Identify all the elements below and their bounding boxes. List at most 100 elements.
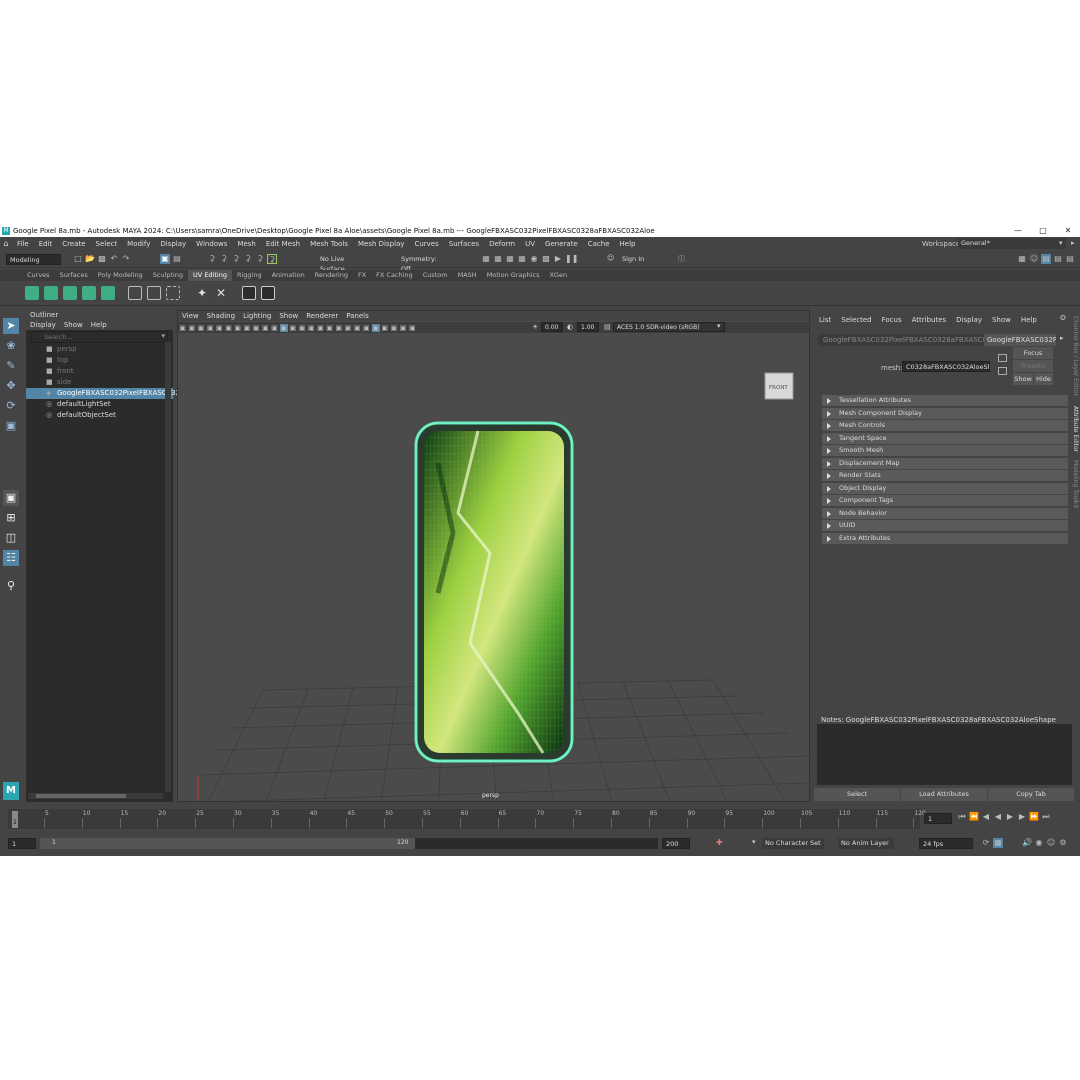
menu-mesh-display[interactable]: Mesh Display [358, 240, 404, 248]
attribute-editor-toggle-icon[interactable]: ▤ [1041, 254, 1051, 264]
side-tab-channel-box[interactable]: Channel Box / Layer Editor [1072, 316, 1079, 396]
section-smooth-mesh[interactable]: Smooth Mesh [822, 445, 1068, 456]
undo-icon[interactable]: ↶ [109, 254, 119, 264]
film-gate-icon[interactable]: ▣ [225, 324, 233, 332]
step-back-frame-icon[interactable]: ◀ [981, 812, 991, 822]
section-tangent-space[interactable]: Tangent Space [822, 432, 1068, 444]
preferences-icon[interactable]: ⚙ [1058, 838, 1068, 848]
depth-of-field-icon[interactable]: ▣ [362, 324, 370, 332]
channel-box-icon[interactable]: ▤ [1065, 254, 1075, 264]
outliner-hscroll[interactable] [28, 793, 163, 799]
section-tessellation-attributes[interactable]: Tessellation Attributes [822, 395, 1068, 406]
shelf-tab-fx-caching[interactable]: FX Caching [371, 270, 418, 281]
menu-deform[interactable]: Deform [489, 240, 515, 248]
snap-surface-icon[interactable]: ⚳ [255, 254, 265, 264]
default-material-icon[interactable]: ▣ [298, 324, 306, 332]
key-icon[interactable]: ◉ [1034, 838, 1044, 848]
timeline-track[interactable]: 5 10 15 20 25 30 35 40 45 50 55 60 65 70 75 80 85 90 95 100… [8, 809, 926, 829]
symmetry-dropdown[interactable]: Symmetry: Off [398, 254, 450, 273]
outliner-item[interactable]: ■ persp [26, 344, 173, 355]
section-mesh-controls[interactable]: Mesh Controls [822, 420, 1068, 431]
select-by-object-icon[interactable]: ▤ [172, 254, 182, 264]
loop-icon[interactable]: ⟳ [981, 838, 991, 848]
menu-help[interactable]: Help [620, 240, 636, 248]
grid-icon[interactable]: ▣ [215, 324, 223, 332]
ae-menu-focus[interactable]: Focus [882, 316, 902, 324]
pause-ipr-icon[interactable]: ❚❚ [565, 254, 578, 264]
image-plane-icon[interactable]: ▣ [206, 324, 214, 332]
select-tool-icon[interactable]: ➤ [3, 318, 19, 334]
outliner-menu-help[interactable]: Help [91, 320, 107, 330]
arnold-ipr-icon[interactable]: ▶ [553, 254, 563, 264]
character-set-dropdown[interactable]: No Character Set [762, 838, 824, 849]
render-view-icon[interactable]: ▦ [481, 254, 491, 264]
anti-aliasing-icon[interactable]: ▣ [353, 324, 361, 332]
menu-select[interactable]: Select [96, 240, 118, 248]
move-tool-icon[interactable]: ✥ [3, 378, 19, 394]
shelf-tab-curves[interactable]: Curves [22, 270, 55, 281]
safe-action-icon[interactable]: ▣ [261, 324, 269, 332]
snap-view-icon[interactable]: ⚳ [243, 254, 253, 264]
presets-button[interactable]: Presets [1013, 360, 1053, 372]
viewport-panel[interactable]: View Shading Lighting Show Renderer Panels ▣ ▣… [177, 310, 810, 802]
shelf-tab-xgen[interactable]: XGen [544, 270, 572, 281]
uv-sew-icon[interactable] [147, 286, 161, 300]
outliner-item[interactable]: ■ top [26, 355, 173, 366]
ae-menu-attributes[interactable]: Attributes [912, 316, 947, 324]
shelf-tab-motion-graphics[interactable]: Motion Graphics [482, 270, 545, 281]
select-button[interactable]: Select [814, 788, 900, 801]
xray-icon[interactable]: ▣ [381, 324, 389, 332]
load-attributes-button[interactable]: Load Attributes [901, 788, 987, 801]
viewport-menu-panels[interactable]: Panels [346, 311, 369, 321]
minimize-button[interactable]: — [1005, 224, 1031, 237]
field-chart-icon[interactable]: ▣ [252, 324, 260, 332]
select-by-hierarchy-icon[interactable]: ▣ [160, 254, 170, 264]
four-view-icon[interactable]: ⊞ [3, 510, 19, 526]
ae-menu-display[interactable]: Display [956, 316, 982, 324]
uv-layout-icon[interactable]: ✦ [195, 286, 209, 300]
menu-mesh[interactable]: Mesh [237, 240, 255, 248]
viewport-menu-shading[interactable]: Shading [207, 311, 235, 321]
notes-textarea[interactable] [817, 724, 1072, 785]
gate-mask-icon[interactable]: ▣ [243, 324, 251, 332]
color-space-dropdown[interactable]: ACES 1.0 SDR-video (sRGB) [613, 322, 725, 332]
outliner-vscroll[interactable] [165, 342, 171, 792]
gamma-field[interactable]: 1.00 [577, 322, 599, 332]
xray-active-icon[interactable]: ▣ [399, 324, 407, 332]
isolate-select-icon[interactable]: ▣ [371, 323, 380, 332]
shelf-tab-rendering[interactable]: Rendering [310, 270, 353, 281]
shelf-tab-fx[interactable]: FX [353, 270, 371, 281]
menu-windows[interactable]: Windows [196, 240, 227, 248]
workspace-dropdown[interactable]: General* [958, 238, 1066, 249]
wireframe-icon[interactable]: ▣ [279, 323, 288, 332]
backface-culling-icon[interactable]: ▣ [408, 324, 416, 332]
menu-overflow-icon[interactable]: ▸ [1071, 239, 1075, 247]
chevron-down-icon[interactable]: ▾ [161, 332, 165, 340]
menuset-dropdown[interactable]: Modeling [6, 254, 61, 265]
shadows-icon[interactable]: ▣ [326, 324, 334, 332]
shelf-tab-mash[interactable]: MASH [453, 270, 482, 281]
menu-surfaces[interactable]: Surfaces [449, 240, 479, 248]
mesh-name-field[interactable]: C0328aFBXASC032AloeShape [902, 361, 990, 372]
resolution-gate-icon[interactable]: ▣ [234, 324, 242, 332]
character-icon[interactable]: ☺ [1046, 838, 1056, 848]
uv-camera-based-icon[interactable] [101, 286, 115, 300]
close-button[interactable]: ✕ [1055, 224, 1080, 237]
focus-button[interactable]: Focus [1013, 347, 1053, 359]
menu-cache[interactable]: Cache [588, 240, 610, 248]
outliner-item[interactable]: ■ front [26, 366, 173, 377]
snap-grid-icon[interactable]: ⚳ [207, 254, 217, 264]
textured-icon[interactable]: ▣ [307, 324, 315, 332]
render-frame-icon[interactable]: ▦ [493, 254, 503, 264]
section-displacement-map[interactable]: Displacement Map [822, 457, 1068, 469]
modeling-toolkit-icon[interactable]: ▦ [1017, 254, 1027, 264]
section-object-display[interactable]: Object Display [822, 482, 1068, 494]
camera-select-icon[interactable]: ▣ [179, 324, 187, 332]
scale-tool-icon[interactable]: ▣ [3, 418, 19, 434]
auto-key-icon[interactable]: ✚ [716, 838, 723, 847]
xray-joints-icon[interactable]: ▣ [390, 324, 398, 332]
rotate-tool-icon[interactable]: ⟳ [3, 398, 19, 414]
sound-icon[interactable]: 🔊 [1022, 838, 1032, 848]
focus-selected-icon[interactable] [998, 367, 1007, 375]
side-tab-modeling-toolkit[interactable]: Modeling Toolkit [1072, 460, 1079, 508]
